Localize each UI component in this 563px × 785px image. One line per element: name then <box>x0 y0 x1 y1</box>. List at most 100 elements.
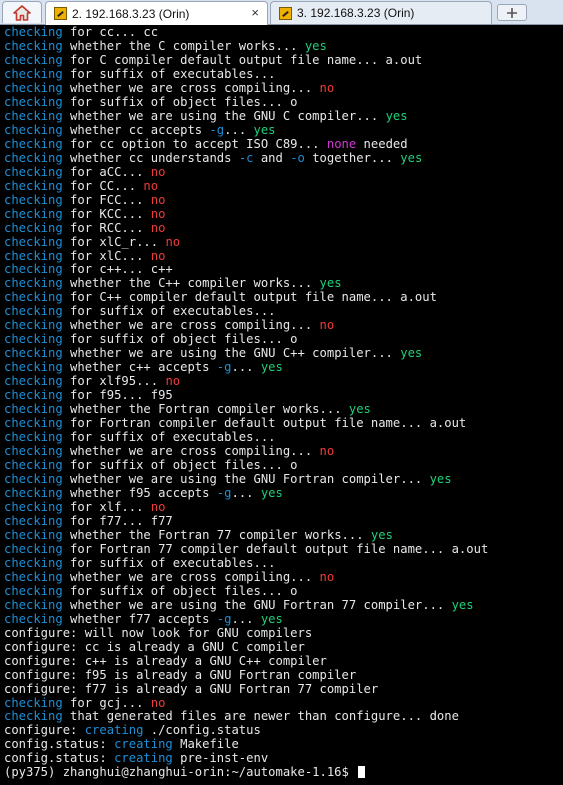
terminal-text-segment: -g <box>209 122 225 137</box>
terminal-text-segment: checking <box>4 458 63 473</box>
shell-prompt-line: (py375) zhanghui@zhanghui-orin:~/automak… <box>4 765 563 780</box>
terminal-text-segment: no <box>150 248 166 263</box>
terminal-text-segment: creating <box>114 751 173 766</box>
terminal-output[interactable]: checking for cc... cc checking whether th… <box>0 26 563 785</box>
terminal-text-segment: yes <box>260 360 283 375</box>
terminal-line: checking for xlf95... no <box>4 374 563 389</box>
terminal-text-segment: whether we are cross compiling... <box>62 80 320 95</box>
terminal-text-segment: whether c++ accepts <box>62 360 217 375</box>
terminal-line: checking whether we are using the GNU Fo… <box>4 597 563 613</box>
terminal-text-segment: checking <box>4 569 63 584</box>
terminal-line: checking for aCC... no <box>4 164 563 180</box>
terminal-text-segment: no <box>165 374 181 389</box>
terminal-line: checking whether the Fortran 77 compiler… <box>4 527 563 543</box>
terminal-text-segment: for suffix of object files... o <box>62 583 298 598</box>
terminal-text-segment: pre-inst-env <box>172 751 269 766</box>
terminal-line: checking for FCC... no <box>4 193 563 208</box>
terminal-text-segment: yes <box>370 527 393 542</box>
tab-session-3[interactable]: 3. 192.168.3.23 (Orin) <box>270 1 492 24</box>
terminal-line: checking for suffix of object files... o <box>4 583 563 599</box>
terminal-text-segment: (py375) zhanghui@zhanghui-orin:~/automak… <box>4 765 357 780</box>
terminal-tab-icon <box>279 6 292 20</box>
terminal-text-segment: for gcj... <box>62 695 151 710</box>
terminal-line: checking whether we are cross compiling.… <box>4 444 563 459</box>
terminal-text-segment: for aCC... <box>62 164 151 179</box>
terminal-text-segment: creating <box>114 737 173 752</box>
terminal-text-segment: that generated files are newer than conf… <box>62 709 459 724</box>
terminal-text-segment: checking <box>4 444 63 459</box>
tab-bar: 2. 192.168.3.23 (Orin) × 3. 192.168.3.23… <box>0 0 563 25</box>
terminal-text-segment: for f77... f77 <box>62 513 173 528</box>
terminal-text-segment: needed <box>356 136 408 151</box>
terminal-text-segment: no <box>319 569 335 584</box>
terminal-line: checking whether f77 accepts -g... yes <box>4 611 563 627</box>
terminal-text-segment: and <box>253 150 291 165</box>
terminal-text-segment: checking <box>4 332 63 347</box>
terminal-text-segment: for RCC... <box>62 220 151 235</box>
terminal-text-segment: checking <box>4 709 63 724</box>
close-tab-icon[interactable]: × <box>251 5 259 20</box>
terminal-line: checking for gcj... no <box>4 695 563 711</box>
terminal-line: checking for C compiler default output f… <box>4 53 563 68</box>
terminal-text-segment: -c <box>238 150 254 165</box>
terminal-text-segment: checking <box>4 695 63 710</box>
terminal-line: configure: will now look for GNU compile… <box>4 626 563 641</box>
terminal-line: checking whether the C++ compiler works.… <box>4 276 563 291</box>
terminal-text-segment: -g <box>216 360 232 375</box>
tab-label: 2. 192.168.3.23 (Orin) <box>72 6 190 21</box>
terminal-text-segment: for cc option to accept ISO C89... <box>62 136 327 151</box>
terminal-text-segment: checking <box>4 206 63 221</box>
new-tab-button[interactable] <box>497 4 527 21</box>
terminal-line: checking whether we are using the GNU C … <box>4 108 563 124</box>
terminal-text-segment: checking <box>4 220 63 235</box>
terminal-line: checking for Fortran compiler default ou… <box>4 416 563 431</box>
terminal-text-segment: checking <box>4 374 63 389</box>
terminal-text-segment: yes <box>385 108 408 123</box>
terminal-line: configure: f77 is already a GNU Fortran … <box>4 682 563 697</box>
terminal-line: checking whether c++ accepts -g... yes <box>4 360 563 375</box>
terminal-text-segment: for KCC... <box>62 206 151 221</box>
terminal-text-segment: -g <box>216 485 232 500</box>
terminal-tab-icon <box>54 7 67 20</box>
terminal-text-segment: ... <box>231 485 261 500</box>
terminal-text-segment: no <box>319 80 335 95</box>
terminal-line: checking for xlC_r... no <box>4 234 563 250</box>
terminal-text-segment: Makefile <box>172 737 239 752</box>
terminal-text-segment: checking <box>4 597 63 612</box>
terminal-text-segment: for Fortran compiler default output file… <box>62 416 467 431</box>
terminal-text-segment: yes <box>253 122 276 137</box>
home-icon <box>13 4 31 21</box>
terminal-line: checking whether the C compiler works...… <box>4 38 563 54</box>
terminal-line: checking for suffix of object files... o <box>4 332 563 347</box>
tab-session-2[interactable]: 2. 192.168.3.23 (Orin) × <box>45 1 268 25</box>
terminal-line: checking for suffix of executables... <box>4 66 563 82</box>
terminal-text-segment: no <box>319 444 335 459</box>
terminal-text-segment: yes <box>451 597 474 612</box>
terminal-text-segment: -g <box>216 611 232 626</box>
terminal-text-segment: no <box>165 234 181 249</box>
terminal-text-segment: checking <box>4 430 63 445</box>
terminal-line: checking whether cc understands -c and -… <box>4 150 563 166</box>
terminal-line: checking whether the Fortran compiler wo… <box>4 402 563 417</box>
terminal-text-segment: yes <box>319 276 342 291</box>
terminal-text-segment: for f95... f95 <box>62 388 173 403</box>
terminal-text-segment: checking <box>4 276 63 291</box>
terminal-text-segment: checking <box>4 346 63 361</box>
terminal-text-segment: for suffix of executables... <box>62 430 276 445</box>
home-button[interactable] <box>2 1 42 23</box>
terminal-text-segment: for xlf95... <box>62 374 166 389</box>
terminal-text-segment: checking <box>4 388 63 403</box>
terminal-line: checking whether we are cross compiling.… <box>4 569 563 585</box>
terminal-line: checking for suffix of object files... o <box>4 458 563 473</box>
terminal-text-segment: configure: cc is already a GNU C compile… <box>4 639 305 654</box>
terminal-text-segment: yes <box>304 38 327 53</box>
terminal-text-segment: checking <box>4 150 63 165</box>
terminal-text-segment: checking <box>4 122 63 137</box>
terminal-text-segment: no <box>150 206 166 221</box>
terminal-text-segment: whether cc understands <box>62 150 239 165</box>
terminal-text-segment: checking <box>4 66 63 81</box>
terminal-text-segment: for c++... c++ <box>62 262 173 277</box>
terminal-line: checking for Fortran 77 compiler default… <box>4 542 563 557</box>
terminal-line: configure: cc is already a GNU C compile… <box>4 639 563 655</box>
terminal-line: checking whether we are using the GNU Fo… <box>4 472 563 487</box>
